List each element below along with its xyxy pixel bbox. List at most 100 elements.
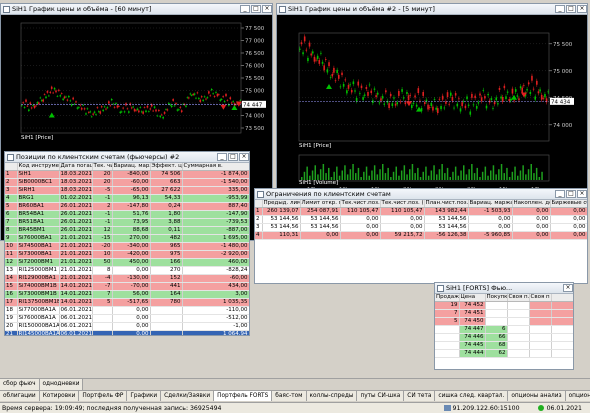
maximize-button[interactable]: □ xyxy=(251,5,261,13)
tab-workspace[interactable]: Портфель FORTS xyxy=(214,391,273,401)
table-row[interactable]: 1 SiH1 18.03.2021 20 -840,00 74 506 -1 874,00 xyxy=(5,170,249,180)
candle-body xyxy=(495,97,498,101)
table-row[interactable]: 11 Si73000BA1 21.01.2021 10 -420,00 975 -2 920… xyxy=(5,250,249,260)
column-header[interactable]: Цена xyxy=(459,294,486,303)
column-header[interactable]: Биржевые сборы xyxy=(550,200,587,209)
column-header[interactable] xyxy=(255,200,263,209)
tab-workspace[interactable]: сишка след. квартал. xyxy=(435,391,509,401)
tab-workspace[interactable]: Портфель ФР xyxy=(79,391,128,401)
tab-workspace[interactable]: однодневки xyxy=(39,379,84,390)
tab-workspace[interactable]: опционы РТС xyxy=(565,391,590,401)
column-header[interactable]: Продажа xyxy=(435,294,460,303)
column-header[interactable]: Тек.чист.поз. (под заявки) xyxy=(380,200,425,209)
candle-body xyxy=(32,104,34,106)
maximize-button[interactable]: □ xyxy=(566,5,576,13)
order-book-titlebar[interactable]: SiH1 [FORTS] Фью... × xyxy=(435,283,573,294)
column-header[interactable] xyxy=(5,163,18,172)
order-book-row[interactable]: 5 74 450 xyxy=(435,317,573,327)
table-row[interactable]: 14 RI129000BA1 21.01.2021 -4 -130,00 152 -60,0… xyxy=(5,274,249,284)
column-header[interactable]: Тек.чист.поз. xyxy=(340,200,381,209)
tab-workspace[interactable]: облигации xyxy=(0,391,40,401)
minimize-button[interactable]: _ xyxy=(555,190,565,198)
order-book-row[interactable]: 7 74 451 xyxy=(435,309,573,319)
maximize-button[interactable]: □ xyxy=(566,190,576,198)
column-header[interactable]: Суммарная в. xyxy=(182,163,249,172)
table-row[interactable]: 5 BR60BA1 26.01.2021 2 -147,80 0,24 887,40 xyxy=(5,202,249,212)
table-cell: SiB0000BC1 xyxy=(17,178,60,188)
table-row[interactable]: 6 BR54BA1 26.01.2021 -1 51,76 1,80 -147,90 xyxy=(5,210,249,220)
maximize-button[interactable]: □ xyxy=(228,153,238,161)
table-row[interactable]: 17 RI137500BM1B 14.01.2021 5 -517,65 780 1 035… xyxy=(5,298,249,308)
tab-workspace[interactable]: коллы-спреды xyxy=(306,391,358,401)
table-row[interactable]: 8 BR45BM1 26.01.2021 12 88,68 0,11 -887,00 xyxy=(5,226,249,236)
order-book-row[interactable]: 74 446 66 xyxy=(435,333,573,343)
close-button[interactable]: × xyxy=(262,5,272,13)
close-button[interactable]: × xyxy=(563,284,573,292)
close-button[interactable]: × xyxy=(239,153,249,161)
order-book-row[interactable]: 74 445 68 xyxy=(435,341,573,351)
table-row[interactable]: 16 Si73000BM1B 14.01.2021 7 56,00 164 3,00 xyxy=(5,290,249,300)
volume-bar xyxy=(384,173,387,180)
column-header[interactable]: Тек. чистая xyxy=(92,163,113,172)
table-cell: 434,00 xyxy=(182,282,249,292)
table-row[interactable]: 9 Si76000BA1 21.01.2021 -15 270,00 482 1 695,0… xyxy=(5,234,249,244)
table-row[interactable]: 18 Si77000BA1A 06.01.2021 0,00 -110,00 xyxy=(5,306,249,316)
table-row[interactable]: 7 BR51BA1 26.01.2021 -1 73,95 3,88 -739,53 xyxy=(5,218,249,228)
table-row[interactable]: 4 BRG1 01.02.2021 -1 96,13 54,33 -953,99 xyxy=(5,194,249,204)
minimize-button[interactable]: _ xyxy=(217,153,227,161)
column-header[interactable]: Дата погаш. xyxy=(59,163,93,172)
candle-body xyxy=(203,96,206,98)
column-header[interactable]: План.чист.поз. xyxy=(424,200,469,209)
tab-workspace[interactable]: путы СИ-шка xyxy=(357,391,405,401)
column-header[interactable]: Лимит откр. поз. xyxy=(300,200,341,209)
chart2-titlebar[interactable]: SiH1 График цены и объёма #2 - [5 минут]… xyxy=(277,4,587,15)
table-cell: 0,00 xyxy=(340,231,381,241)
table-row[interactable]: 12 Si72000BM1 21.01.2021 50 450,00 166 460,00 xyxy=(5,258,249,268)
volume-bar xyxy=(430,170,433,180)
table-row[interactable]: 20 RI150000BA1A 06.01.2021 0,00 -1,00 xyxy=(5,322,249,332)
column-header[interactable]: Своя п xyxy=(529,294,552,303)
column-header[interactable]: Вариац. маржа xyxy=(468,200,513,209)
tab-workspace[interactable]: опционы анализ xyxy=(508,391,566,401)
candle-body xyxy=(329,77,332,78)
tab-workspace[interactable]: Графики xyxy=(127,391,162,401)
table-row[interactable]: 19 Si76000BA1A 06.01.2021 0,00 -512,00 xyxy=(5,314,249,324)
tab-workspace[interactable]: СИ тета xyxy=(404,391,436,401)
table-cell: 0,00 xyxy=(550,231,587,241)
column-header[interactable]: Покупка xyxy=(485,294,508,303)
table-row[interactable]: 3 53 144,56 53 144,56 0,00 0,00 53 144,56 0,00… xyxy=(255,223,587,233)
table-row[interactable]: 3 SiRH1 18.03.2021 -5 -65,00 27 622 335,00 xyxy=(5,186,249,196)
order-book-row[interactable]: 74 444 62 xyxy=(435,349,573,359)
table-row[interactable]: 4 110,31 0,00 0,00 59 215,72 -56 126,38 -5 960… xyxy=(255,231,587,241)
tab-workspace[interactable]: Сделки/Заявки xyxy=(161,391,215,401)
table-row[interactable]: 21 RI145000BA1A 06.01.2021 0,00 1 064,94 xyxy=(5,330,249,335)
table-cell: BR60BA1 xyxy=(17,202,60,212)
positions-titlebar[interactable]: Позиции по клиентским счетам (фьючерсы) … xyxy=(5,152,249,163)
order-book-row[interactable]: 19 74 452 xyxy=(435,301,573,311)
table-row[interactable]: 2 53 144,56 53 144,56 0,00 0,00 53 144,56 0,00… xyxy=(255,215,587,225)
table-row[interactable]: 13 RI125000BM1 21.01.2021 8 0,00 270 -828,24 xyxy=(5,266,249,276)
column-header[interactable]: Предыд. лимит xyxy=(262,200,301,209)
column-header[interactable]: Код инструмента xyxy=(17,163,60,172)
tab-workspace[interactable]: баяс-том xyxy=(272,391,307,401)
table-cell: -1 xyxy=(92,194,113,204)
table-cell: 14.01.2021 xyxy=(59,282,93,292)
table-row[interactable]: 2 SiB0000BC1 18.03.2021 20 -60,00 663 -1 540,0… xyxy=(5,178,249,188)
minimize-button[interactable]: _ xyxy=(555,5,565,13)
limits-titlebar[interactable]: Ограничения по клиентским счетам _ □ × xyxy=(255,189,587,200)
column-header[interactable]: Накоплен. доход xyxy=(512,200,551,209)
table-row[interactable]: 15 Si74000BM1B 14.01.2021 -7 -70,00 441 434,00 xyxy=(5,282,249,292)
column-header[interactable]: Эффект. цена xyxy=(150,163,183,172)
close-button[interactable]: × xyxy=(577,190,587,198)
table-row[interactable]: 1 260 139,07 254 087,91 110 105,47 110 105,4… xyxy=(255,207,587,217)
close-button[interactable]: × xyxy=(577,5,587,13)
chart2-plot[interactable]: 75 50075 00074 50074 00074 43417h19h19h2… xyxy=(277,15,587,198)
order-book-row[interactable]: 74 447 6 xyxy=(435,325,573,335)
chart1-titlebar[interactable]: SiH1 График цены и объёма - [60 минут] _… xyxy=(1,4,272,15)
minimize-button[interactable]: _ xyxy=(240,5,250,13)
tab-workspace[interactable]: сбор фьюч xyxy=(0,379,40,390)
column-header[interactable]: Своя п. xyxy=(507,294,530,303)
table-row[interactable]: 10 Si74500BA1 21.01.2021 -20 -340,00 965 -1 48… xyxy=(5,242,249,252)
tab-workspace[interactable]: Котировки xyxy=(39,391,80,401)
column-header[interactable]: Вариац. маржа xyxy=(112,163,151,172)
